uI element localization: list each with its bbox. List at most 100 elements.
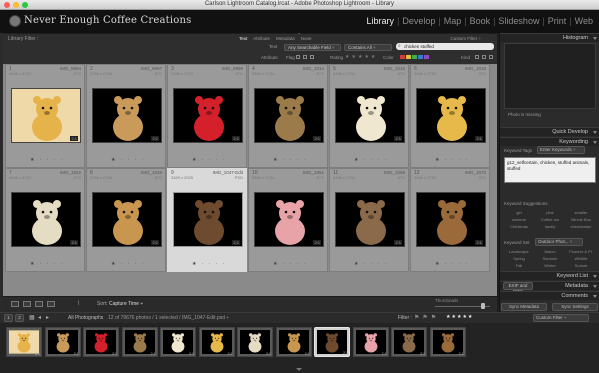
histogram-header[interactable]: Histogram xyxy=(500,33,599,42)
keyword-set-select[interactable]: Outdoor Phot... ÷ xyxy=(535,238,583,246)
grid-cell[interactable]: 2 IMG_9997 3456 x 2784 JPG 2:1 ★ · · · · xyxy=(86,64,166,168)
module-slideshow[interactable]: Slideshow xyxy=(498,16,539,26)
keyword-chip[interactable]: Sunset xyxy=(566,263,596,268)
filmstrip-thumb[interactable]: 2:1 xyxy=(429,327,466,357)
grid-cell[interactable]: 12 IMG_1072 3456 x 2784 JPG 2:1 ★ · · · … xyxy=(410,168,490,272)
metadata-preset-select[interactable]: EXIF and IPTC xyxy=(503,282,533,294)
rating-stars[interactable]: ★ · · · · xyxy=(435,261,470,267)
filmstrip-flag-icons[interactable]: ⚑⚑⚑ xyxy=(414,314,439,321)
keyword-chip[interactable]: Flowers & Pl. xyxy=(566,249,596,254)
sync-settings-button[interactable]: Sync Settings xyxy=(552,303,598,311)
page-1-button[interactable]: 1 xyxy=(4,314,13,322)
sync-metadata-button[interactable]: Sync Metadata xyxy=(501,303,547,311)
keyword-chip[interactable]: family xyxy=(535,224,565,229)
flag-picked-icon[interactable] xyxy=(296,55,300,59)
survey-view-icon[interactable] xyxy=(47,301,55,307)
filmstrip-thumb[interactable]: 2:1 xyxy=(44,327,81,357)
grid-cell[interactable]: 4 IMG_1014 3456 x 2784 JPG 2:1 ★ · · · · xyxy=(248,64,328,168)
module-develop[interactable]: Develop xyxy=(402,16,435,26)
kind-virtual-icon[interactable] xyxy=(482,55,486,59)
yellow-label-swatch[interactable] xyxy=(406,55,411,59)
filter-tab-attribute[interactable]: Attribute xyxy=(253,36,270,41)
metadata-header[interactable]: EXIF and IPTC Metadata xyxy=(500,281,599,294)
keyword-chip[interactable]: cheerleader xyxy=(566,224,596,229)
rating-stars[interactable]: ★ · · · · xyxy=(273,261,308,267)
module-library[interactable]: Library xyxy=(366,16,394,26)
keyword-chip[interactable]: Fall xyxy=(504,263,534,268)
keyword-chip[interactable]: smaller xyxy=(566,210,596,215)
green-label-swatch[interactable] xyxy=(412,55,417,59)
keyword-chip[interactable]: Wildlife xyxy=(566,256,596,261)
photo-thumbnail[interactable]: 2:1 xyxy=(92,192,162,247)
photo-thumbnail[interactable]: 2:1 xyxy=(254,88,324,143)
bottom-panel-collapse-icon[interactable] xyxy=(296,368,302,371)
forward-arrow-icon[interactable]: ▸ xyxy=(46,314,49,321)
grid-cell[interactable]: 8 IMG_1026 3456 x 2784 JPG 2:1 ★ · · · · xyxy=(86,168,166,272)
keyword-list-header[interactable]: Keyword List xyxy=(500,271,599,280)
rating-stars[interactable]: ★ · · · · xyxy=(354,261,389,267)
grid-view-icon[interactable] xyxy=(11,301,19,307)
rating-stars[interactable]: ★ · · · · xyxy=(435,157,470,163)
kind-master-icon[interactable] xyxy=(475,55,479,59)
keyword-tags-select[interactable]: Enter Keywords ÷ xyxy=(537,146,585,154)
filter-tab-metadata[interactable]: Metadata xyxy=(276,36,295,41)
grid-cell[interactable]: 7 IMG_1022 3456 x 2784 JPG 2:1 ★ · · · · xyxy=(5,168,85,272)
grid-cell[interactable]: 11 IMG_1069 3456 x 2784 JPG 2:1 ★ · · · … xyxy=(329,168,409,272)
painter-icon[interactable]: ⌇ xyxy=(77,300,80,307)
keyword-chip[interactable]: Macro xyxy=(535,249,565,254)
kind-video-icon[interactable] xyxy=(489,55,493,59)
page-2-button[interactable]: 2 xyxy=(15,314,24,322)
filmstrip-thumb[interactable]: 2:1 xyxy=(160,327,196,357)
thumbnail-size-knob[interactable] xyxy=(481,303,485,309)
filmstrip-thumb[interactable]: 2:1 xyxy=(121,327,158,357)
keyword-chip[interactable]: Minnie Bos xyxy=(566,217,596,222)
filmstrip-thumb[interactable]: 2:1 xyxy=(314,327,350,357)
quick-develop-header[interactable]: Quick Develop xyxy=(500,127,599,136)
comments-header[interactable]: Comments xyxy=(500,291,599,300)
photo-thumbnail[interactable]: 2:1 xyxy=(11,88,81,143)
module-print[interactable]: Print xyxy=(548,16,567,26)
keyword-chip[interactable]: Landscape xyxy=(504,249,534,254)
rating-stars-icon[interactable]: ★★★★★ xyxy=(345,54,377,60)
filmstrip-thumb[interactable]: 2:1 xyxy=(6,327,42,357)
photo-thumbnail[interactable]: 2:1 xyxy=(335,88,405,143)
photo-thumbnail[interactable]: 2:1 xyxy=(173,192,243,247)
rating-stars[interactable]: ★ · · · · xyxy=(192,157,227,163)
compare-view-icon[interactable] xyxy=(35,301,43,307)
rating-stars[interactable]: ★ · · · · xyxy=(354,157,389,163)
module-book[interactable]: Book xyxy=(470,16,491,26)
filmstrip-source[interactable]: All Photographs xyxy=(68,315,103,321)
grid-cell[interactable]: 10 IMG_1051 3456 x 2784 JPG 2:1 ★ · · · … xyxy=(248,168,328,272)
filmstrip-thumb[interactable]: 2:1 xyxy=(198,327,235,357)
photo-thumbnail[interactable]: 2:1 xyxy=(416,192,486,247)
filmstrip-thumb[interactable]: 2:1 xyxy=(275,327,312,357)
loupe-view-icon[interactable] xyxy=(23,301,31,307)
keyword-chip[interactable]: scheme xyxy=(504,217,534,222)
blue-label-swatch[interactable] xyxy=(418,55,423,59)
keyword-chip[interactable]: Spring xyxy=(504,256,534,261)
photo-thumbnail[interactable]: 2:1 xyxy=(335,192,405,247)
filmstrip-custom-filter[interactable]: Custom Filter ÷ xyxy=(533,314,589,322)
filmstrip-rating-icons[interactable]: ★★★★★ xyxy=(446,314,473,320)
grid-icon[interactable]: ▦ xyxy=(29,314,35,321)
keyword-chip[interactable]: pink xyxy=(535,210,565,215)
grid-cell[interactable]: 9 IMG_1047-Edit 3329 x 2925 PSD 2:1 ★ · … xyxy=(167,168,247,272)
sort-control[interactable]: Sort: Capture Time ÷ xyxy=(97,301,143,307)
keyword-chip[interactable]: girl xyxy=(504,210,534,215)
keyword-chip[interactable]: Christmas xyxy=(504,224,534,229)
filmstrip-thumb[interactable]: 2:1 xyxy=(352,327,389,357)
rating-stars[interactable]: ★ · · · · xyxy=(30,261,65,267)
module-web[interactable]: Web xyxy=(575,16,593,26)
filter-tab-text[interactable]: Text xyxy=(239,36,247,41)
red-label-swatch[interactable] xyxy=(400,55,405,59)
filmstrip-thumb[interactable]: 2:1 xyxy=(237,327,273,357)
custom-filter-select[interactable]: Custom Filter ÷ xyxy=(451,36,481,41)
photo-thumbnail[interactable]: 2:1 xyxy=(173,88,243,143)
filter-tab-none[interactable]: None xyxy=(301,36,312,41)
grid-cell[interactable]: 1 IMG_9994 3456 x 2784 JPG 2:1 ★ · · · · xyxy=(5,64,85,168)
grid-cell[interactable]: 3 IMG_9999 3456 x 2784 JPG 2:1 ★ · · · · xyxy=(167,64,247,168)
rating-stars[interactable]: ★ · · · · xyxy=(273,157,308,163)
keyword-chip[interactable]: Coffee mo xyxy=(535,217,565,222)
flag-rejected-icon[interactable] xyxy=(310,55,314,59)
filmstrip-thumb[interactable]: 2:1 xyxy=(391,327,427,357)
